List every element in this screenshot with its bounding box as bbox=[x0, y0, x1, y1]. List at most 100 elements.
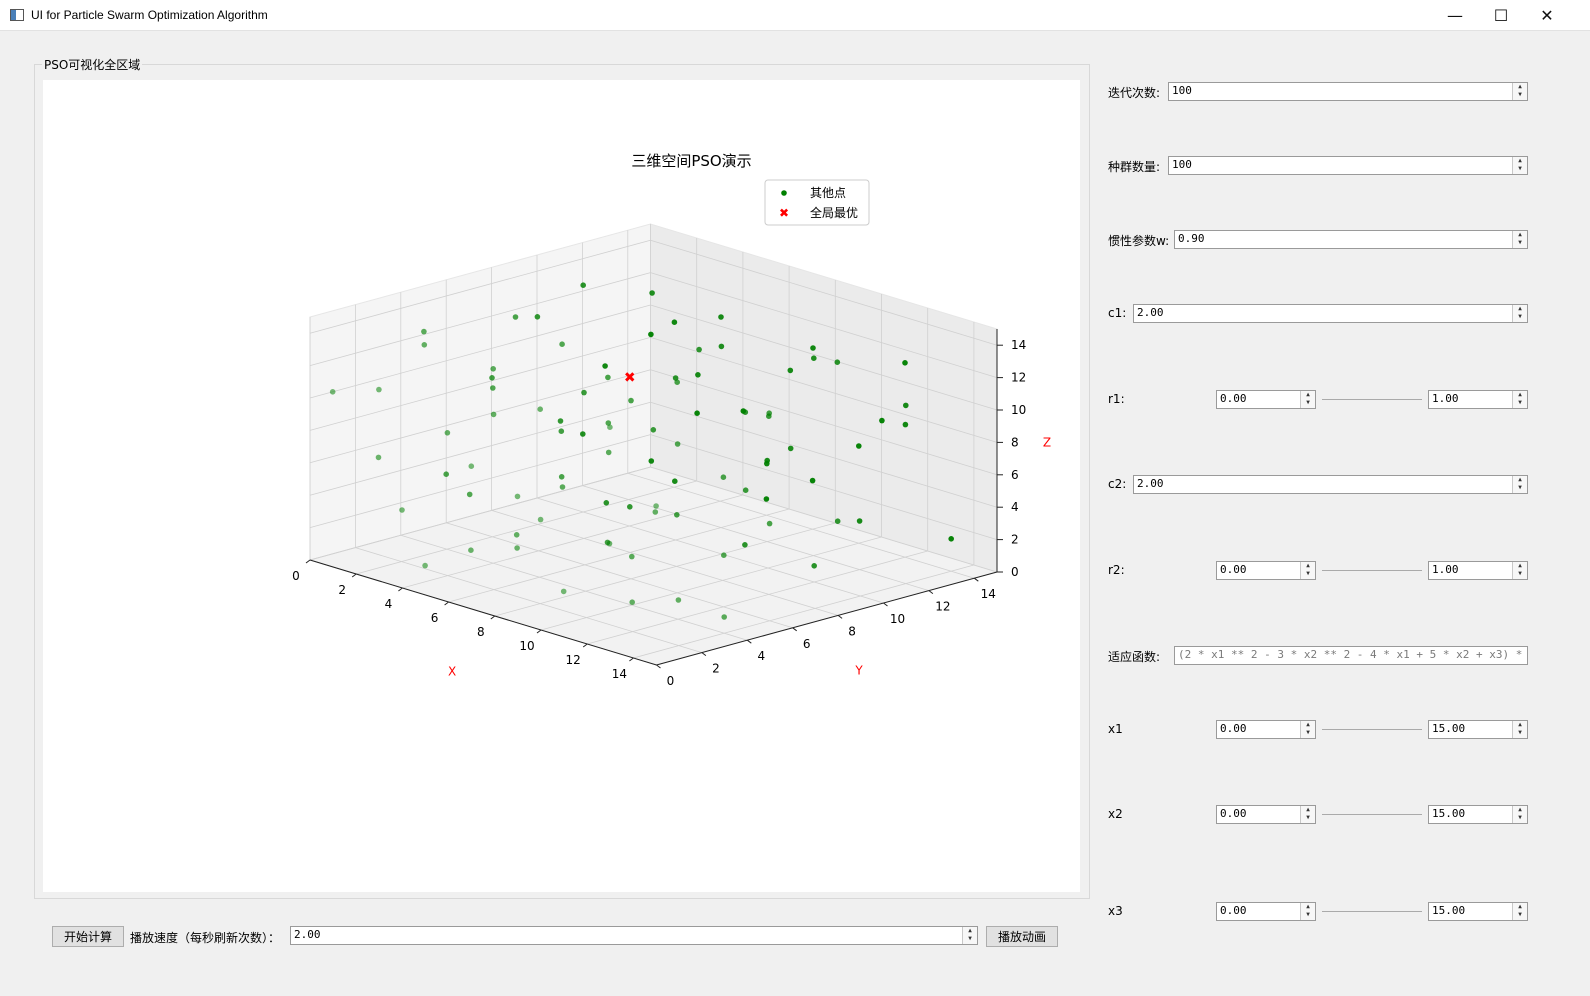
data-point bbox=[466, 491, 473, 498]
z-tick-label: 14 bbox=[1011, 338, 1026, 352]
data-point bbox=[559, 484, 566, 490]
r2-max-spinbox[interactable]: 1.00 ▲ ▼ bbox=[1428, 561, 1528, 580]
x-tick-label: 6 bbox=[431, 611, 439, 625]
r1-max-spinbox[interactable]: 1.00 ▲ ▼ bbox=[1428, 390, 1528, 409]
y-tick-label: 14 bbox=[981, 587, 996, 601]
x1-max-spinbox[interactable]: 15.00 ▲ ▼ bbox=[1428, 720, 1528, 739]
iter-spinbox[interactable]: 100 ▲ ▼ bbox=[1168, 82, 1528, 101]
pop-spinbox[interactable]: 100 ▲ ▼ bbox=[1168, 156, 1528, 175]
r2-min-spinbox[interactable]: 0.00 ▲ ▼ bbox=[1216, 561, 1316, 580]
data-point bbox=[787, 367, 794, 374]
data-point bbox=[764, 460, 770, 467]
speed-label: 播放速度（每秒刷新次数）： bbox=[130, 931, 281, 945]
data-point bbox=[811, 355, 817, 362]
data-point bbox=[809, 477, 816, 484]
z-tick-label: 12 bbox=[1011, 371, 1026, 385]
y-tick-label: 8 bbox=[848, 624, 856, 638]
data-point bbox=[580, 282, 586, 288]
y-tick bbox=[656, 664, 661, 669]
data-point bbox=[674, 379, 680, 386]
x-tick bbox=[536, 629, 542, 634]
data-point bbox=[629, 553, 635, 560]
scatter-3d-chart: 0 2 4 6 8 10 12 14 0 2 4 6 8 10 12 14 0 2 4 6 8 10 12 14 X Y Z 三维空间… bbox=[292, 152, 1051, 688]
data-point bbox=[721, 614, 727, 620]
data-point bbox=[695, 372, 701, 378]
z-tick-label: 10 bbox=[1011, 403, 1026, 417]
x-tick bbox=[305, 559, 311, 564]
play-button[interactable]: 播放动画 bbox=[986, 926, 1058, 947]
w-spinbox[interactable]: 0.90 ▲ ▼ bbox=[1174, 230, 1528, 249]
data-point bbox=[490, 366, 497, 372]
data-point bbox=[653, 503, 659, 509]
data-point bbox=[720, 474, 727, 481]
range-divider bbox=[1322, 729, 1422, 730]
data-point bbox=[557, 418, 564, 424]
data-point bbox=[604, 539, 611, 546]
data-point bbox=[763, 496, 770, 502]
c2-label: c2: bbox=[1108, 477, 1127, 491]
x-tick bbox=[398, 587, 403, 592]
x3-min-spinbox[interactable]: 0.00 ▲ ▼ bbox=[1216, 902, 1316, 921]
x-tick-label: 14 bbox=[612, 667, 627, 681]
close-button[interactable]: ✕ bbox=[1524, 0, 1570, 31]
data-point bbox=[672, 478, 678, 485]
x-tick-label: 12 bbox=[566, 653, 581, 667]
maximize-button[interactable]: ☐ bbox=[1478, 0, 1524, 31]
y-tick bbox=[701, 652, 707, 656]
y-tick bbox=[746, 639, 752, 644]
data-point bbox=[856, 443, 862, 449]
data-point bbox=[856, 518, 863, 524]
data-point bbox=[559, 341, 565, 348]
data-point bbox=[444, 430, 451, 436]
data-point bbox=[605, 449, 612, 456]
x2-min-spinbox[interactable]: 0.00 ▲ ▼ bbox=[1216, 805, 1316, 824]
data-point bbox=[468, 547, 474, 553]
speed-spinbox[interactable]: 2.00 ▲ ▼ bbox=[290, 926, 978, 945]
data-point bbox=[902, 360, 908, 366]
c2-spinbox[interactable]: 2.00 ▲ ▼ bbox=[1133, 475, 1528, 494]
start-button[interactable]: 开始计算 bbox=[52, 926, 124, 947]
data-point bbox=[580, 431, 586, 437]
y-tick bbox=[928, 590, 934, 594]
y-axis-label: Y bbox=[854, 664, 863, 678]
data-point bbox=[948, 536, 954, 542]
z-tick-label: 0 bbox=[1011, 565, 1019, 579]
x2-label: x2 bbox=[1108, 807, 1123, 821]
data-point bbox=[399, 507, 405, 513]
data-point bbox=[558, 474, 565, 480]
y-tick-label: 12 bbox=[935, 600, 950, 614]
data-point bbox=[652, 509, 659, 515]
data-point bbox=[443, 471, 450, 478]
data-point bbox=[514, 493, 521, 500]
data-point bbox=[605, 374, 611, 381]
minimize-button[interactable]: — bbox=[1432, 0, 1478, 31]
x-tick-label: 10 bbox=[519, 639, 534, 653]
data-point bbox=[650, 427, 657, 433]
iter-label: 迭代次数: bbox=[1108, 86, 1161, 100]
x-tick-label: 8 bbox=[477, 625, 485, 639]
data-point bbox=[558, 428, 565, 435]
fitness-input[interactable]: (2 * x1 ** 2 - 3 * x2 ** 2 - 4 * x1 + 5 … bbox=[1174, 646, 1528, 665]
x-axis-label: X bbox=[448, 665, 456, 679]
y-tick-label: 0 bbox=[667, 674, 675, 688]
data-point bbox=[742, 542, 748, 548]
r1-min-spinbox[interactable]: 0.00 ▲ ▼ bbox=[1216, 390, 1316, 409]
x1-min-spinbox[interactable]: 0.00 ▲ ▼ bbox=[1216, 720, 1316, 739]
x2-max-spinbox[interactable]: 15.00 ▲ ▼ bbox=[1428, 805, 1528, 824]
z-tick-label: 4 bbox=[1011, 500, 1019, 514]
range-divider bbox=[1322, 399, 1422, 400]
data-point bbox=[696, 346, 702, 353]
range-divider bbox=[1322, 911, 1422, 912]
data-point bbox=[512, 314, 519, 320]
data-point bbox=[421, 328, 427, 335]
x1-label: x1 bbox=[1108, 722, 1123, 736]
r1-label: r1: bbox=[1108, 392, 1125, 406]
z-tick-label: 6 bbox=[1011, 468, 1019, 482]
range-divider bbox=[1322, 814, 1422, 815]
x3-max-spinbox[interactable]: 15.00 ▲ ▼ bbox=[1428, 902, 1528, 921]
range-divider bbox=[1322, 570, 1422, 571]
c1-spinbox[interactable]: 2.00 ▲ ▼ bbox=[1133, 304, 1528, 323]
data-point bbox=[694, 410, 700, 417]
x-tick bbox=[351, 573, 357, 578]
pop-label: 种群数量: bbox=[1108, 160, 1161, 174]
